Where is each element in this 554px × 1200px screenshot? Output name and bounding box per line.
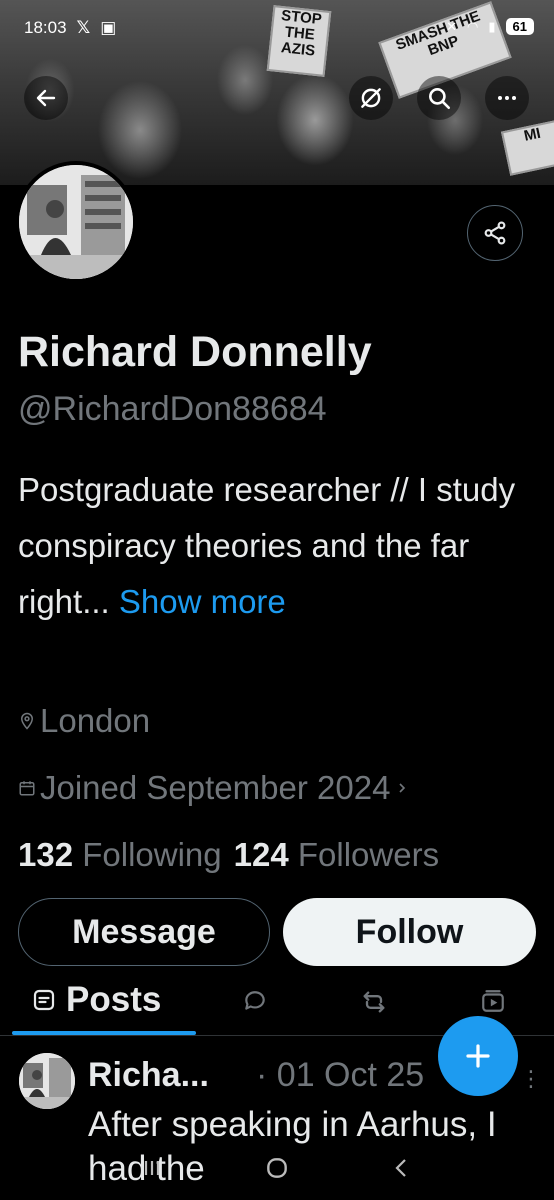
recents-nav-button[interactable] [140,1156,164,1185]
tab-posts-label: Posts [66,980,162,1019]
share-icon [484,221,506,245]
message-button[interactable]: Message [18,898,270,966]
joined-text: Joined September 2024 [40,769,391,806]
home-icon [267,1157,287,1178]
signal-icon: ▮ [488,18,496,34]
tab-media[interactable] [480,988,506,1019]
posts-icon [33,989,55,1011]
banner-placard-right: MI [500,119,554,176]
location-text: London [40,702,151,739]
followers-label: Followers [297,836,440,873]
share-button[interactable] [467,205,523,261]
show-more-link[interactable]: Show more [119,583,286,620]
post-date[interactable]: · 01 Oct 25 [256,1056,424,1095]
post-author-name[interactable]: Richa... [88,1056,209,1095]
active-tab-indicator [12,1031,196,1035]
status-bar: 18:03 𝕏 ▣ ✕ ◠ ▮ 61 [0,0,554,60]
tab-reposts[interactable] [360,988,388,1021]
post-more-button[interactable]: ⋮ [520,1066,542,1092]
recents-icon [144,1160,160,1175]
video-icon [482,990,504,1012]
post-date-text: 01 Oct 25 [276,1056,425,1094]
grok-icon [361,88,381,108]
reply-icon [245,991,265,1010]
battery-indicator: 61 [505,18,534,35]
location-pin-icon [20,712,34,730]
search-button[interactable] [417,76,461,120]
followers-stat[interactable]: 124 Followers [234,836,439,874]
system-nav-bar [0,1140,554,1200]
wifi-icon: ◠ [467,18,479,34]
back-icon [395,1158,406,1177]
profile-name: Richard Donnelly [18,328,372,376]
profile-handle: @RichardDon88684 [18,390,327,428]
repost-icon [363,991,385,1013]
following-count: 132 [18,836,74,873]
plus-icon [466,1044,490,1068]
back-button[interactable] [24,76,68,120]
tab-replies[interactable] [242,988,268,1019]
tab-posts[interactable]: Posts [32,980,161,1020]
followers-count: 124 [233,836,289,873]
profile-avatar[interactable] [15,161,137,283]
mute-icon: ✕ [446,18,458,34]
status-time: 18:03 [24,18,67,37]
avatar-photo [19,165,133,279]
post-avatar-photo [19,1053,75,1109]
follow-button[interactable]: Follow [283,898,536,966]
screenshot-icon: ▣ [100,18,117,37]
arrow-left-icon [36,89,56,107]
post-separator: · [256,1056,268,1094]
profile-joined[interactable]: Joined September 2024 [18,769,410,807]
post-author-avatar[interactable] [19,1053,75,1109]
chevron-right-icon [399,783,406,793]
following-stat[interactable]: 132 Following [18,836,222,874]
more-icon [498,96,516,100]
home-nav-button[interactable] [264,1155,290,1186]
more-options-button[interactable] [485,76,529,120]
search-icon [429,88,451,110]
back-nav-button[interactable] [390,1156,414,1185]
grok-button[interactable] [349,76,393,120]
x-app-icon: 𝕏 [76,18,91,37]
calendar-icon [19,781,35,796]
following-label: Following [82,836,222,873]
profile-stats: 132 Following 124 Followers [18,836,439,874]
profile-location: London [18,702,150,740]
profile-bio: Postgraduate researcher // I study consp… [18,462,538,630]
compose-button[interactable] [438,1016,518,1096]
